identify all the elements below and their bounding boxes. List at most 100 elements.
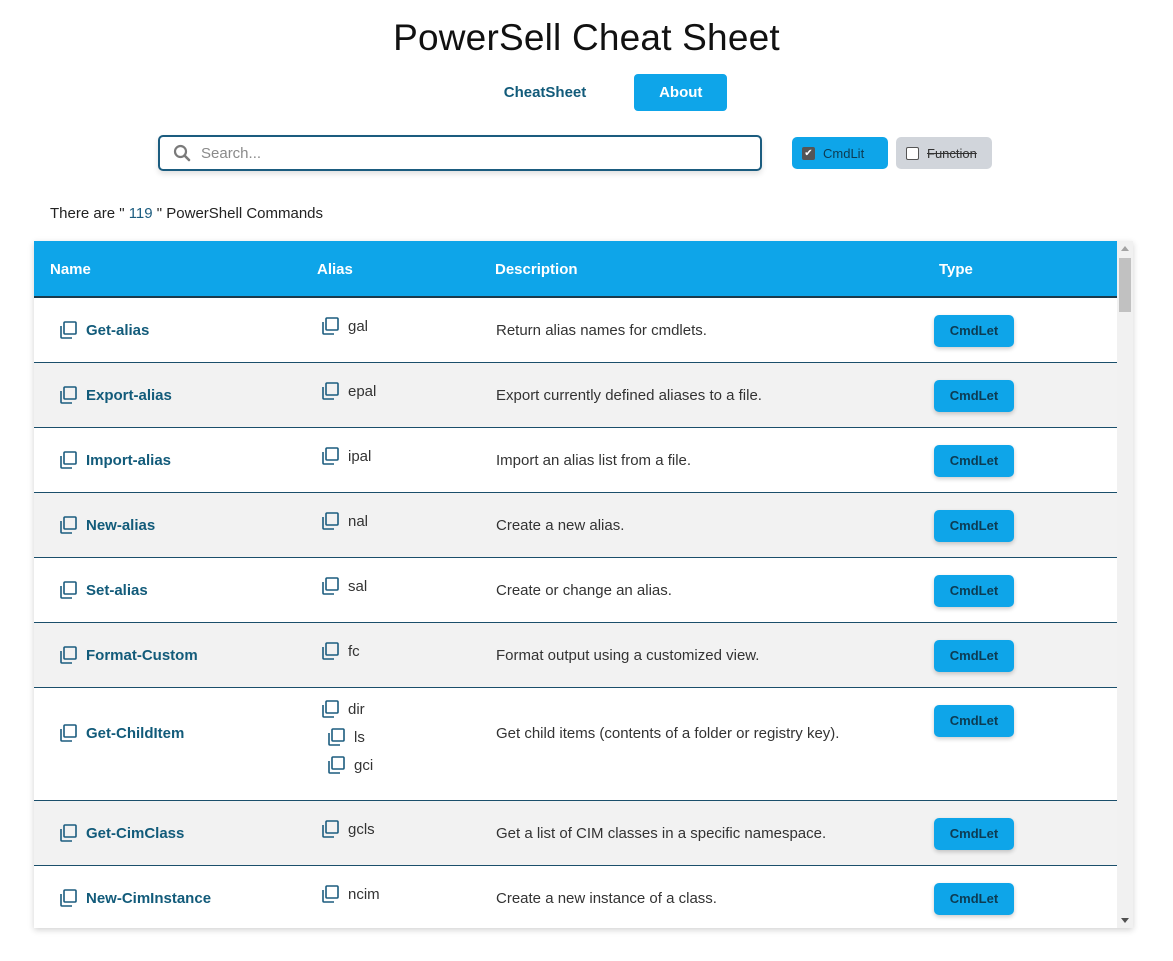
command-description: Format output using a customized view. [496, 647, 760, 664]
table-row: Get-alias gal Return alias names for cmdle… [34, 298, 1117, 363]
alias-list: ipal [320, 442, 371, 470]
tab-about[interactable]: About [634, 74, 728, 111]
table-row: Get-ChildItem dir ls gci Get child items (co… [34, 688, 1117, 801]
command-name[interactable]: New-CimInstance [58, 888, 211, 908]
command-name[interactable]: Format-Custom [58, 645, 198, 665]
command-description: Export currently defined aliases to a fi… [496, 387, 762, 404]
type-badge[interactable]: CmdLet [934, 445, 1014, 477]
alias-label: ipal [348, 447, 372, 465]
filter-function-label: Function [927, 145, 977, 161]
copy-icon[interactable] [58, 823, 78, 843]
table-row: New-CimInstance ncim Create a new instance… [34, 866, 1117, 928]
alias-item: ncim [320, 880, 380, 908]
copy-icon[interactable] [58, 580, 78, 600]
header-alias[interactable]: Alias [317, 261, 353, 278]
scrollbar-thumb[interactable] [1119, 258, 1131, 312]
alias-item: dir [320, 695, 373, 723]
alias-list: gcls [320, 815, 375, 843]
copy-icon[interactable] [58, 450, 78, 470]
command-name[interactable]: Set-alias [58, 580, 148, 600]
command-name[interactable]: Get-CimClass [58, 823, 184, 843]
table-row: Import-alias ipal Import an alias list fro… [34, 428, 1117, 493]
command-description: Import an alias list from a file. [496, 452, 692, 469]
alias-list: gal [320, 312, 368, 340]
header-description[interactable]: Description [495, 261, 578, 278]
copy-icon[interactable] [326, 755, 346, 775]
table-row: Set-alias sal Create or change an alias. Cm… [34, 558, 1117, 623]
filter-function[interactable]: Function [896, 137, 992, 169]
command-name[interactable]: Get-alias [58, 320, 149, 340]
alias-item: epal [320, 377, 376, 405]
copy-icon[interactable] [320, 699, 340, 719]
copy-icon[interactable] [320, 446, 340, 466]
alias-item: gal [320, 312, 368, 340]
command-name[interactable]: Get-ChildItem [58, 723, 184, 743]
alias-item: gcls [320, 815, 375, 843]
table-row: Format-Custom fc Format output using a cus… [34, 623, 1117, 688]
scroll-down-icon[interactable] [1121, 918, 1129, 923]
main-nav: CheatSheet About [0, 74, 1173, 111]
command-name-label: Format-Custom [86, 646, 198, 664]
alias-item: nal [320, 507, 368, 535]
copy-icon[interactable] [320, 381, 340, 401]
alias-item: sal [320, 572, 367, 600]
copy-icon[interactable] [58, 385, 78, 405]
table-row: Export-alias epal Export currently defined… [34, 363, 1117, 428]
checkbox-icon[interactable]: ✔ [802, 146, 815, 160]
alias-list: epal [320, 377, 376, 405]
copy-icon[interactable] [58, 723, 78, 743]
command-name[interactable]: Export-alias [58, 385, 172, 405]
command-name-label: Import-alias [86, 451, 172, 469]
command-description: Create a new instance of a class. [496, 890, 717, 907]
copy-icon[interactable] [58, 888, 78, 908]
commands-table: Name Alias Description Type Get-alias gal… [34, 241, 1133, 928]
type-badge[interactable]: CmdLet [934, 510, 1014, 542]
tab-cheatsheet[interactable]: CheatSheet [480, 74, 611, 111]
alias-label: fc [348, 642, 360, 660]
command-name[interactable]: New-alias [58, 515, 155, 535]
copy-icon[interactable] [320, 316, 340, 336]
copy-icon[interactable] [320, 511, 340, 531]
type-badge[interactable]: CmdLet [934, 705, 1014, 737]
search-input[interactable] [201, 144, 741, 162]
command-count-value: 119 [128, 205, 153, 222]
copy-icon[interactable] [320, 884, 340, 904]
type-badge[interactable]: CmdLet [934, 575, 1014, 607]
command-description: Get child items (contents of a folder or… [496, 725, 840, 742]
search-icon [173, 144, 191, 162]
header-name[interactable]: Name [50, 261, 91, 278]
copy-icon[interactable] [320, 819, 340, 839]
alias-item: ls [326, 723, 373, 751]
search-box [158, 135, 762, 171]
checkbox-icon[interactable] [906, 146, 919, 160]
command-name-label: Get-CimClass [86, 824, 185, 842]
command-description: Return alias names for cmdlets. [496, 322, 707, 339]
type-badge[interactable]: CmdLet [934, 818, 1014, 850]
type-badge[interactable]: CmdLet [934, 380, 1014, 412]
copy-icon[interactable] [326, 727, 346, 747]
filter-cmdlet-label: CmdLit [823, 145, 865, 161]
type-badge[interactable]: CmdLet [934, 640, 1014, 672]
command-name-label: New-alias [86, 516, 156, 534]
alias-label: sal [348, 577, 368, 595]
copy-icon[interactable] [58, 515, 78, 535]
header-type[interactable]: Type [939, 261, 973, 278]
command-name[interactable]: Import-alias [58, 450, 171, 470]
command-name-label: Get-ChildItem [86, 724, 185, 742]
copy-icon[interactable] [320, 641, 340, 661]
command-count: There are " 119 " PowerShell Commands [50, 205, 324, 222]
table-scrollbar[interactable] [1117, 241, 1133, 928]
alias-list: sal [320, 572, 367, 600]
alias-item: gci [326, 751, 373, 779]
command-description: Create a new alias. [496, 517, 625, 534]
alias-label: dir [348, 700, 365, 718]
scroll-up-icon[interactable] [1121, 246, 1129, 251]
filter-cmdlet[interactable]: ✔ CmdLit [792, 137, 888, 169]
copy-icon[interactable] [320, 576, 340, 596]
type-badge[interactable]: CmdLet [934, 883, 1014, 915]
copy-icon[interactable] [58, 645, 78, 665]
copy-icon[interactable] [58, 320, 78, 340]
alias-list: dir ls gci [320, 695, 373, 779]
alias-label: epal [348, 382, 377, 400]
type-badge[interactable]: CmdLet [934, 315, 1014, 347]
